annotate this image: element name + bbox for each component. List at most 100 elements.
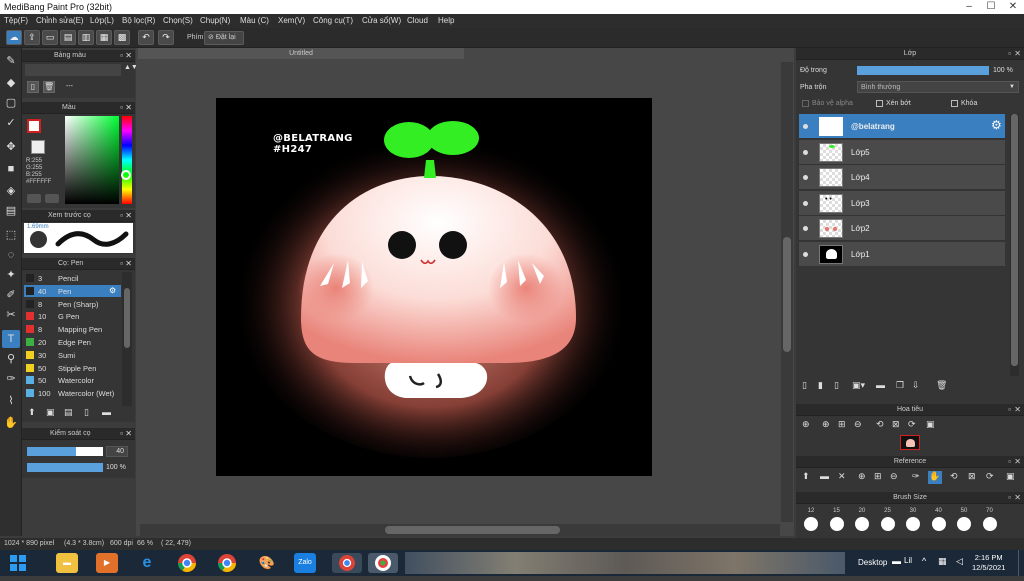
flip-icon[interactable]: ⊠ [892, 419, 900, 430]
close-panel-icon[interactable]: ✕ [125, 428, 132, 440]
close-panel-icon[interactable]: ✕ [125, 50, 132, 62]
menu-tools[interactable]: Công cụ(T) [313, 16, 353, 25]
menu-cloud[interactable]: Cloud [407, 16, 428, 25]
color-picker-square[interactable] [65, 116, 119, 204]
panel-icon[interactable]: ▥ [78, 30, 94, 45]
paint-palette-icon[interactable]: 🎨 [256, 553, 278, 573]
protect-alpha-checkbox[interactable] [802, 100, 809, 107]
volume-icon[interactable]: ◁ [956, 556, 963, 567]
move-tool-icon[interactable]: ✥ [2, 138, 20, 156]
internet-explorer-icon[interactable]: e [136, 553, 158, 573]
canvas-horizontal-scrollbar[interactable] [140, 524, 780, 536]
brush-item[interactable]: 3 Pencil [24, 272, 121, 284]
select-tool-icon[interactable]: ⬚ [2, 226, 20, 244]
brush-scrollbar[interactable] [122, 272, 132, 406]
navigator-settings-icon[interactable]: ▣ [926, 419, 935, 430]
brush-size-slider[interactable] [27, 447, 103, 456]
brush-size-cell[interactable]: 20 [851, 506, 873, 536]
menu-capture[interactable]: Chụp(N) [200, 16, 230, 25]
layer-row[interactable]: • • Lớp3 [799, 190, 1005, 216]
medibang-window-icon[interactable] [368, 553, 398, 573]
gear-icon[interactable]: ⚙ [109, 286, 116, 295]
canvas-vertical-scrollbar[interactable] [781, 62, 793, 522]
brush-item[interactable]: 50 Watercolor [24, 374, 121, 386]
visibility-icon[interactable] [803, 175, 808, 181]
zoom-out-icon[interactable]: ⊖ [854, 419, 862, 430]
rect-tool-icon[interactable]: ▢ [2, 94, 20, 112]
reference-lock-icon[interactable]: ▣ [1006, 471, 1015, 482]
gradient-tool-icon[interactable]: ▤ [2, 202, 20, 220]
reference-zoom-in-icon[interactable]: ⊕ [858, 471, 866, 482]
redo-icon[interactable]: ↷ [158, 30, 174, 45]
menu-help[interactable]: Help [438, 16, 454, 25]
close-panel-icon[interactable]: ✕ [125, 210, 132, 222]
chrome-icon-2[interactable] [216, 553, 238, 573]
new-8bit-layer-icon[interactable]: ▯ [834, 380, 839, 391]
brush-size-cell[interactable]: 30 [902, 506, 924, 536]
eyedropper-icon[interactable]: ✑ [2, 370, 20, 388]
chevron-up-icon[interactable]: ^ [922, 556, 926, 566]
brush-opacity-slider[interactable] [27, 463, 103, 472]
undock-icon[interactable]: ▫ [120, 258, 123, 270]
visibility-icon[interactable] [803, 252, 808, 257]
layer-opacity-slider[interactable] [857, 66, 989, 75]
reference-import-icon[interactable]: ⬆ [802, 471, 810, 482]
brush-tool-icon[interactable]: ✎ [2, 52, 20, 70]
canvas-hscroll-thumb[interactable] [385, 526, 560, 534]
visibility-icon[interactable] [803, 226, 808, 232]
comment-icon[interactable]: ▤ [60, 30, 76, 45]
desktop-label[interactable]: Desktop [858, 558, 887, 567]
brush-item[interactable]: 10 G Pen [24, 310, 121, 322]
pen-tool-icon[interactable]: ✓ [2, 114, 20, 132]
layer-scrollbar[interactable] [1010, 114, 1019, 376]
zoom-fit-icon[interactable]: ⊕ [802, 419, 810, 430]
eraser-tool-icon[interactable]: ◆ [2, 74, 20, 92]
layer-row[interactable]: Lớp5 [799, 139, 1005, 165]
add-brush-icon[interactable]: ⬆ [28, 407, 36, 418]
visibility-icon[interactable] [803, 200, 808, 206]
menu-view[interactable]: Xem(V) [278, 16, 305, 25]
brush-size-value[interactable]: 40 [106, 446, 128, 457]
undock-icon[interactable]: ▫ [1008, 492, 1011, 504]
frame-icon[interactable]: ▭ [42, 30, 58, 45]
brush-size-cell[interactable]: 40 [928, 506, 950, 536]
brush-item[interactable]: 50 Stipple Pen [24, 362, 121, 374]
dropper-icon[interactable]: ⌇ [2, 392, 20, 410]
reference-rotate-left-icon[interactable]: ⟲ [950, 471, 958, 482]
close-panel-icon[interactable]: ✕ [125, 258, 132, 270]
fill-rect-tool-icon[interactable]: ■ [2, 160, 20, 178]
layer-settings-gear-icon[interactable]: ⚙ [991, 118, 1002, 132]
text-tool-icon[interactable]: T [2, 330, 20, 348]
lock-checkbox[interactable] [951, 100, 958, 107]
share-icon[interactable]: ⇪ [24, 30, 40, 45]
reference-folder-icon[interactable]: ▬ [820, 471, 829, 481]
menu-filter[interactable]: Bộ lọc(R) [122, 16, 155, 25]
menu-color[interactable]: Màu (C) [240, 16, 269, 25]
close-panel-icon[interactable]: ✕ [125, 102, 132, 114]
hue-slider[interactable] [122, 116, 132, 204]
menu-select[interactable]: Chọn(S) [163, 16, 193, 25]
reset-button[interactable]: ⊘ Đặt lại [204, 31, 244, 45]
undo-icon[interactable]: ↶ [138, 30, 154, 45]
clock[interactable]: 2:16 PM 12/5/2021 [972, 553, 1005, 573]
delete-layer-icon[interactable]: 🗑 [936, 380, 947, 391]
chrome-active-window[interactable] [332, 553, 362, 573]
brush-item[interactable]: 8 Pen (Sharp) [24, 298, 121, 310]
maximize-icon[interactable]: ☐ [980, 0, 1002, 14]
network-icon[interactable]: ▦ [938, 556, 947, 567]
close-icon[interactable]: ✕ [1002, 0, 1024, 14]
windows-start-icon[interactable] [6, 553, 30, 573]
media-player-icon[interactable]: ▶ [96, 553, 118, 573]
rotate-left-icon[interactable]: ⟲ [876, 419, 884, 430]
menu-file[interactable]: Tệp(F) [4, 16, 28, 25]
file-explorer-icon[interactable]: ▬ [56, 553, 78, 573]
hue-handle[interactable] [121, 170, 131, 180]
close-panel-icon[interactable]: ✕ [1014, 456, 1021, 468]
brush-copy-icon[interactable]: ▯ [84, 407, 89, 418]
delete-palette-icon[interactable]: 🗑 [43, 81, 55, 93]
new-layer-icon[interactable]: ▯ [802, 380, 807, 391]
undock-icon[interactable]: ▫ [120, 102, 123, 114]
visibility-icon[interactable] [803, 124, 808, 129]
bucket-tool-icon[interactable]: ◈ [2, 182, 20, 200]
minimize-icon[interactable]: – [958, 0, 980, 14]
